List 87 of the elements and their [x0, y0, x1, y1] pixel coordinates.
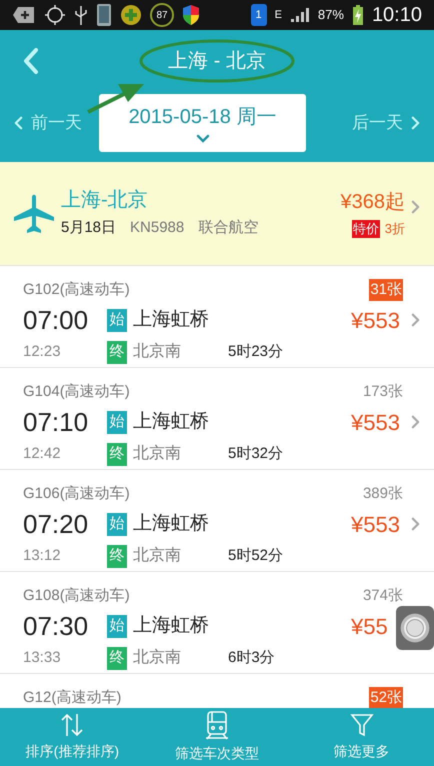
- chevron-down-icon: [196, 134, 210, 142]
- train-number: G12(高速动车): [23, 688, 122, 708]
- chevron-right-icon: [411, 415, 420, 429]
- ring-icon: [399, 612, 431, 644]
- arrival-station: 北京南: [133, 648, 181, 668]
- toolbar-tab[interactable]: 排序(推荐排序): [0, 708, 145, 766]
- arrival-station: 北京南: [133, 342, 181, 362]
- page-title: 上海 - 北京: [168, 49, 266, 74]
- ticket-count: 374张: [362, 586, 403, 606]
- arrival-time: 13:33: [23, 648, 62, 668]
- start-tag: 始: [107, 512, 127, 536]
- flight-date: 5月18日: [61, 218, 116, 238]
- train-row[interactable]: G102(高速动车) 31张 07:00 始 上海虹桥 ¥553 12:23 终 北京南 5时23分: [0, 266, 434, 368]
- start-tag: 始: [107, 308, 127, 332]
- ticket-count: 52张: [369, 687, 403, 708]
- arrival-time: 12:23: [23, 342, 62, 362]
- train-number: G108(高速动车): [23, 586, 131, 606]
- discount: 3折: [384, 220, 405, 238]
- date-picker[interactable]: 2015-05-18 周一: [99, 94, 306, 152]
- arrival-time: 12:42: [23, 444, 62, 464]
- travel-duration: 5时32分: [228, 444, 284, 464]
- chevron-right-icon: [411, 517, 420, 531]
- special-price-tag: 特价: [352, 220, 380, 238]
- battery-percent: 87%: [318, 6, 344, 24]
- chevron-right-icon: [411, 313, 420, 327]
- shield-icon: [182, 4, 200, 26]
- start-tag: 始: [107, 614, 127, 638]
- sim-card-icon: 1: [250, 4, 267, 26]
- usb-icon: [74, 4, 88, 26]
- signal-icon: [290, 7, 310, 23]
- departure-time: 07:30: [23, 610, 90, 642]
- train-row[interactable]: G104(高速动车) 173张 07:10 始 上海虹桥 ¥553 12:42 终 北京南 5时32分: [0, 368, 434, 470]
- flight-banner[interactable]: 上海-北京 5月18日 KN5988 联合航空 ¥368起 特价 3折: [0, 162, 434, 266]
- toolbar-tab[interactable]: 筛选更多: [289, 708, 434, 766]
- toolbar-tab[interactable]: 筛选车次类型: [144, 708, 290, 766]
- departure-station: 上海虹桥: [133, 410, 209, 434]
- chevron-right-icon: [411, 116, 420, 130]
- ticket-price: ¥553: [351, 306, 401, 334]
- ticket-count: 389张: [362, 484, 403, 504]
- funnel-icon: [348, 712, 375, 738]
- departure-time: 07:20: [23, 508, 90, 540]
- end-tag: 终: [107, 646, 127, 670]
- end-tag: 终: [107, 442, 127, 466]
- departure-time: 07:10: [23, 406, 90, 438]
- chevron-left-icon: [14, 116, 23, 130]
- sort-arrows-icon: [59, 712, 86, 738]
- keyboard-plus-icon: [12, 6, 36, 24]
- arrival-station: 北京南: [133, 444, 181, 464]
- travel-duration: 5时52分: [228, 546, 284, 566]
- departure-station: 上海虹桥: [133, 308, 209, 332]
- next-day-button[interactable]: 后一天: [352, 110, 420, 136]
- ticket-price: ¥553: [351, 510, 401, 538]
- flight-route: 上海-北京: [61, 188, 149, 214]
- train-row[interactable]: G106(高速动车) 389张 07:20 始 上海虹桥 ¥553 13:12 终 北京南 5时52分: [0, 470, 434, 572]
- ticket-count: 31张: [369, 279, 403, 301]
- departure-station: 上海虹桥: [133, 512, 209, 536]
- clover-icon: [120, 4, 142, 26]
- previous-day-button[interactable]: 前一天: [14, 110, 82, 136]
- back-icon: [23, 47, 39, 75]
- chevron-right-icon: [411, 200, 420, 214]
- train-number: G104(高速动车): [23, 382, 131, 402]
- flight-price: ¥368起: [340, 190, 405, 215]
- travel-duration: 6时3分: [228, 648, 276, 668]
- flight-number: KN5988: [130, 218, 184, 238]
- ticket-price: ¥55: [351, 612, 389, 640]
- train-number: G106(高速动车): [23, 484, 131, 504]
- end-tag: 终: [107, 544, 127, 568]
- crosshair-icon: [44, 4, 66, 26]
- ticket-count: 173张: [362, 382, 403, 402]
- departure-station: 上海虹桥: [133, 614, 209, 638]
- departure-time: 07:00: [23, 304, 90, 336]
- badge-count: 87: [150, 3, 174, 27]
- arrival-station: 北京南: [133, 546, 181, 566]
- train-number: G102(高速动车): [23, 280, 131, 300]
- phone-icon: [96, 3, 112, 27]
- arrival-time: 13:12: [23, 546, 62, 566]
- airline: 联合航空: [198, 218, 258, 238]
- battery-charging-icon: [352, 4, 364, 26]
- clock: 10:10: [372, 3, 422, 28]
- train-icon: [204, 710, 230, 740]
- floating-button[interactable]: [396, 606, 434, 650]
- ticket-price: ¥553: [351, 408, 401, 436]
- end-tag: 终: [107, 340, 127, 364]
- network-type: E: [274, 10, 282, 20]
- travel-duration: 5时23分: [228, 342, 284, 362]
- airplane-icon: [13, 192, 55, 234]
- start-tag: 始: [107, 410, 127, 434]
